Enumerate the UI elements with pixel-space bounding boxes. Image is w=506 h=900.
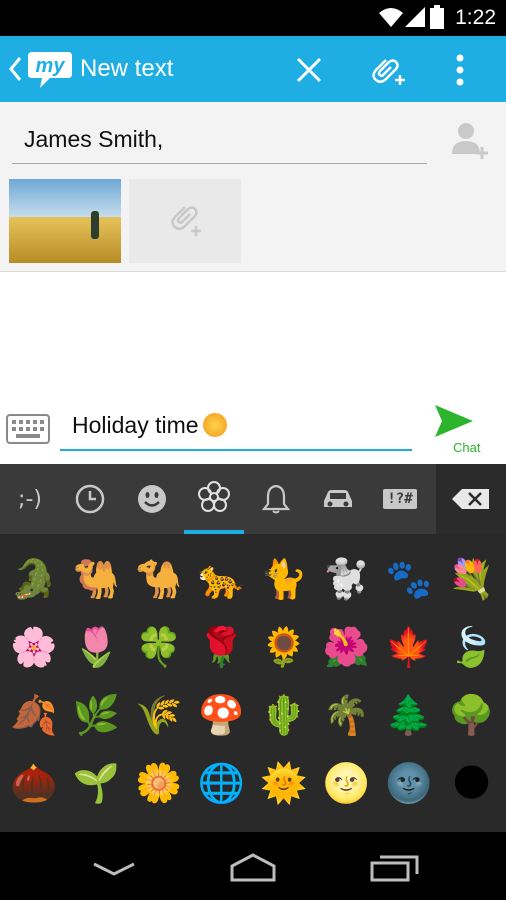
clock-icon xyxy=(75,484,105,514)
send-icon[interactable] xyxy=(434,403,474,443)
emoji-key[interactable]: 🐈 xyxy=(253,548,315,610)
emoji-key[interactable]: 🌸 xyxy=(3,616,65,678)
recipient-row: James Smith, xyxy=(0,102,506,172)
emoji-key[interactable]: 💐 xyxy=(441,548,503,610)
emoji-key[interactable]: 🐫 xyxy=(66,548,128,610)
tab-emoticon-label: ;-) xyxy=(18,486,42,512)
battery-icon xyxy=(430,5,444,33)
emoji-key[interactable]: 🌝 xyxy=(316,752,378,814)
overflow-menu-icon[interactable] xyxy=(455,54,465,90)
attached-photo[interactable] xyxy=(9,179,121,263)
tab-objects[interactable] xyxy=(246,464,306,534)
tab-recent[interactable] xyxy=(60,464,120,534)
close-icon[interactable] xyxy=(295,56,323,88)
sun-emoji-icon xyxy=(202,413,227,437)
app-bar: my New text xyxy=(0,36,506,102)
backspace-icon xyxy=(452,489,489,509)
tab-nature[interactable] xyxy=(184,464,244,534)
back-arrow-icon[interactable] xyxy=(8,56,22,86)
emoji-key[interactable]: 🐾 xyxy=(378,548,440,610)
emoji-tab-bar: ;-) !?# xyxy=(0,464,506,534)
photo-sky xyxy=(9,179,121,221)
message-area: Holiday time Chat xyxy=(0,272,506,464)
emoji-key[interactable]: 🌱 xyxy=(66,752,128,814)
send-label[interactable]: Chat xyxy=(453,440,480,455)
smiley-icon xyxy=(138,485,166,513)
message-text: Holiday time xyxy=(72,412,199,438)
emoji-key[interactable]: 🌳 xyxy=(441,684,503,746)
emoji-key[interactable]: 🌰 xyxy=(3,752,65,814)
emoji-key[interactable]: 🌺 xyxy=(316,616,378,678)
delete-button[interactable] xyxy=(436,464,506,534)
page-title: New text xyxy=(80,55,174,82)
emoji-key[interactable]: 🌞 xyxy=(253,752,315,814)
emoji-key[interactable]: 🌻 xyxy=(253,616,315,678)
message-input[interactable]: Holiday time xyxy=(60,407,412,451)
recipient-input[interactable]: James Smith, xyxy=(12,118,427,164)
tab-smiley[interactable] xyxy=(122,464,182,534)
tab-symbols[interactable]: !?# xyxy=(370,464,430,534)
bell-icon xyxy=(262,484,290,514)
keyboard-icon[interactable] xyxy=(6,414,50,448)
nav-home-icon[interactable] xyxy=(226,852,280,886)
emoji-key[interactable]: 🐊 xyxy=(3,548,65,610)
logo-text: my xyxy=(36,55,66,77)
add-attachment-button[interactable] xyxy=(129,179,241,263)
car-icon xyxy=(324,490,352,507)
emoji-key[interactable]: 🌐 xyxy=(191,752,253,814)
emoji-key[interactable]: 🐪 xyxy=(128,548,190,610)
status-bar: 1:22 xyxy=(0,0,506,36)
photo-person xyxy=(91,211,99,239)
tab-emoticon[interactable]: ;-) xyxy=(0,464,60,534)
emoji-keyboard: ;-) !?# 🐊 🐫 🐪 🐆 🐈 🐩 🐾 💐 🌸 🌷 🍀 🌹 🌻 🌺 🍁 🍃 … xyxy=(0,464,506,832)
add-contact-icon[interactable] xyxy=(450,120,490,164)
nav-back-icon[interactable] xyxy=(92,860,136,884)
emoji-key[interactable]: 🌚 xyxy=(378,752,440,814)
nav-recent-apps-icon[interactable] xyxy=(370,854,420,886)
photo-field xyxy=(9,217,121,263)
emoji-key[interactable]: 🌼 xyxy=(128,752,190,814)
emoji-key[interactable]: 🌿 xyxy=(66,684,128,746)
emoji-key[interactable]: 🍂 xyxy=(3,684,65,746)
emoji-key[interactable]: 🌾 xyxy=(128,684,190,746)
emoji-key[interactable]: 🌲 xyxy=(378,684,440,746)
emoji-key[interactable]: 🍀 xyxy=(128,616,190,678)
emoji-key[interactable]: 🍁 xyxy=(378,616,440,678)
emoji-key[interactable]: 🌹 xyxy=(191,616,253,678)
status-time: 1:22 xyxy=(455,6,496,29)
emoji-key[interactable]: 🍄 xyxy=(191,684,253,746)
emoji-key[interactable]: 🌴 xyxy=(316,684,378,746)
flower-icon xyxy=(198,481,230,512)
emoji-key[interactable]: 🌷 xyxy=(66,616,128,678)
emoji-key[interactable]: 🐆 xyxy=(191,548,253,610)
signal-icon xyxy=(404,6,426,32)
attachments-row xyxy=(0,172,506,272)
wifi-icon xyxy=(378,6,404,32)
tab-places[interactable] xyxy=(308,464,368,534)
emoji-key[interactable]: 🐩 xyxy=(316,548,378,610)
navigation-bar xyxy=(0,832,506,900)
app-logo[interactable]: my xyxy=(26,48,74,94)
attach-icon[interactable] xyxy=(368,52,406,92)
emoji-key[interactable]: 🌑 xyxy=(441,752,503,814)
paperclip-add-icon xyxy=(171,206,201,236)
emoji-key[interactable]: 🍃 xyxy=(441,616,503,678)
tab-symbols-label: !?# xyxy=(383,489,417,509)
emoji-key[interactable]: 🌵 xyxy=(253,684,315,746)
